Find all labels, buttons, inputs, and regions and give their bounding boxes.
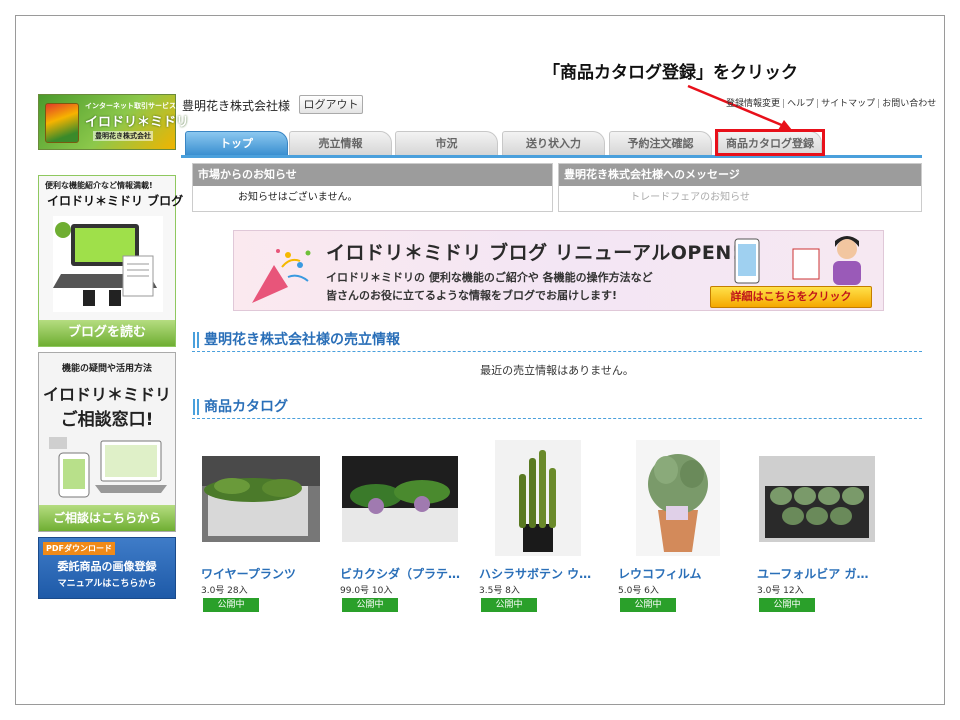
catalog-tab-highlight-box xyxy=(715,129,825,156)
logo-company: 豊明花き株式会社 xyxy=(93,131,153,141)
product-name[interactable]: ユーフォルビア ガ… xyxy=(757,565,882,582)
promo-detail-button[interactable]: 詳細はこちらをクリック xyxy=(710,286,872,308)
product-spec: 99.0号 10入 xyxy=(340,586,393,596)
site-logo[interactable]: インターネット取引サービス イロドリ＊ミドリ 豊明花き株式会社 xyxy=(38,94,189,150)
product-image[interactable] xyxy=(495,440,581,556)
link-contact[interactable]: お問い合わせ xyxy=(882,99,936,109)
product-status-badge: 公開中 xyxy=(203,598,259,612)
product-catalog-heading: 商品カタログ xyxy=(192,397,922,419)
smartphone-woman-illustration-icon xyxy=(734,236,861,285)
product-status-badge: 公開中 xyxy=(342,598,398,612)
product-status-badge: 公開中 xyxy=(481,598,537,612)
consult-banner[interactable]: 機能の疑問や活用方法 イロドリ＊ミドリ ご相談窓口! ご相談はこちらから xyxy=(38,352,176,532)
blog-banner[interactable]: 便利な機能紹介など情報満載! イロドリ＊ミドリ ブログ ブログを読む xyxy=(38,175,183,347)
product-image[interactable] xyxy=(759,456,875,542)
tab-top[interactable]: トップ xyxy=(185,131,288,155)
market-notice-body: お知らせはございません。 xyxy=(238,192,358,203)
logo-title: イロドリ＊ミドリ xyxy=(85,115,190,130)
laptop-illustration-icon xyxy=(53,216,163,312)
consult-banner-brand: イロドリ＊ミドリ xyxy=(42,385,171,404)
logo-cube-icon xyxy=(45,103,79,143)
product-image[interactable] xyxy=(342,456,458,542)
tab-invoice-entry[interactable]: 送り状入力 xyxy=(502,131,605,155)
pdf-banner-title: 委託商品の画像登録 xyxy=(57,560,157,573)
market-notice-title: 市場からのお知らせ xyxy=(193,164,552,186)
pdf-download-tag: PDFダウンロード xyxy=(43,542,115,555)
product-status-badge: 公開中 xyxy=(620,598,676,612)
blog-read-button[interactable]: ブログを読む xyxy=(39,320,175,346)
company-name: 豊明花き株式会社様 xyxy=(182,99,291,113)
sales-info-empty-text: 最近の売立情報はありません。 xyxy=(480,364,634,377)
product-name[interactable]: レウコフィルム xyxy=(618,565,743,582)
logout-button[interactable]: ログアウト xyxy=(299,95,363,114)
promo-description-line2: 皆さんのお役に立てるような情報をブログでお届けします! xyxy=(326,289,618,302)
message-notice-link[interactable]: トレードフェアのお知らせ xyxy=(559,186,921,210)
product-spec: 3.0号 12入 xyxy=(757,586,804,596)
message-notice-title: 豊明花き株式会社様へのメッセージ xyxy=(559,164,921,186)
tab-sales-info[interactable]: 売立情報 xyxy=(289,131,392,155)
logo-subtitle: インターネット取引サービス xyxy=(85,102,176,110)
pdf-banner-subtitle: マニュアルはこちらから xyxy=(57,579,157,589)
message-notice-box: 豊明花き株式会社様へのメッセージ トレードフェアのお知らせ xyxy=(558,163,922,212)
tab-market[interactable]: 市況 xyxy=(395,131,498,155)
blog-renewal-banner[interactable]: イロドリ＊ミドリ ブログ リニューアルOPEN! イロドリ＊ミドリの 便利な機能… xyxy=(233,230,884,311)
product-spec: 3.5号 8入 xyxy=(479,586,520,596)
blog-banner-tagline: 便利な機能紹介など情報満載! xyxy=(45,181,153,190)
product-status-badge: 公開中 xyxy=(759,598,815,612)
consult-button[interactable]: ご相談はこちらから xyxy=(39,505,175,531)
link-account-settings[interactable]: 登録情報変更 xyxy=(726,99,780,109)
tab-reservation-orders[interactable]: 予約注文確認 xyxy=(609,131,712,155)
party-popper-icon xyxy=(252,249,311,303)
market-notice-box: 市場からのお知らせ お知らせはございません。 xyxy=(192,163,553,212)
promo-title: イロドリ＊ミドリ ブログ リニューアルOPEN! xyxy=(326,242,741,264)
sales-info-heading: 豊明花き株式会社様の売立情報 xyxy=(192,330,922,352)
product-spec: 5.0号 6入 xyxy=(618,586,659,596)
product-name[interactable]: ワイヤープランツ xyxy=(201,565,326,582)
link-sitemap[interactable]: サイトマップ xyxy=(821,99,875,109)
consult-banner-title: ご相談窓口! xyxy=(60,410,154,430)
consult-banner-tagline: 機能の疑問や活用方法 xyxy=(61,364,152,374)
blog-banner-title: イロドリ＊ミドリ ブログ xyxy=(47,194,184,208)
link-help[interactable]: ヘルプ xyxy=(787,99,814,109)
devices-illustration-icon xyxy=(49,437,167,498)
promo-description-line1: イロドリ＊ミドリの 便利な機能のご紹介や 各機能の操作方法など xyxy=(326,271,653,284)
product-name[interactable]: ハシラサボテン ウ… xyxy=(479,565,604,582)
product-name[interactable]: ビカクシダ（プラテ… xyxy=(340,565,465,582)
product-image[interactable] xyxy=(202,456,320,542)
top-links: 登録情報変更 | ヘルプ | サイトマップ | お問い合わせ xyxy=(726,99,937,109)
product-image[interactable] xyxy=(636,440,720,556)
pdf-manual-banner[interactable]: PDFダウンロード 委託商品の画像登録 マニュアルはこちらから xyxy=(38,537,176,599)
product-spec: 3.0号 28入 xyxy=(201,586,248,596)
